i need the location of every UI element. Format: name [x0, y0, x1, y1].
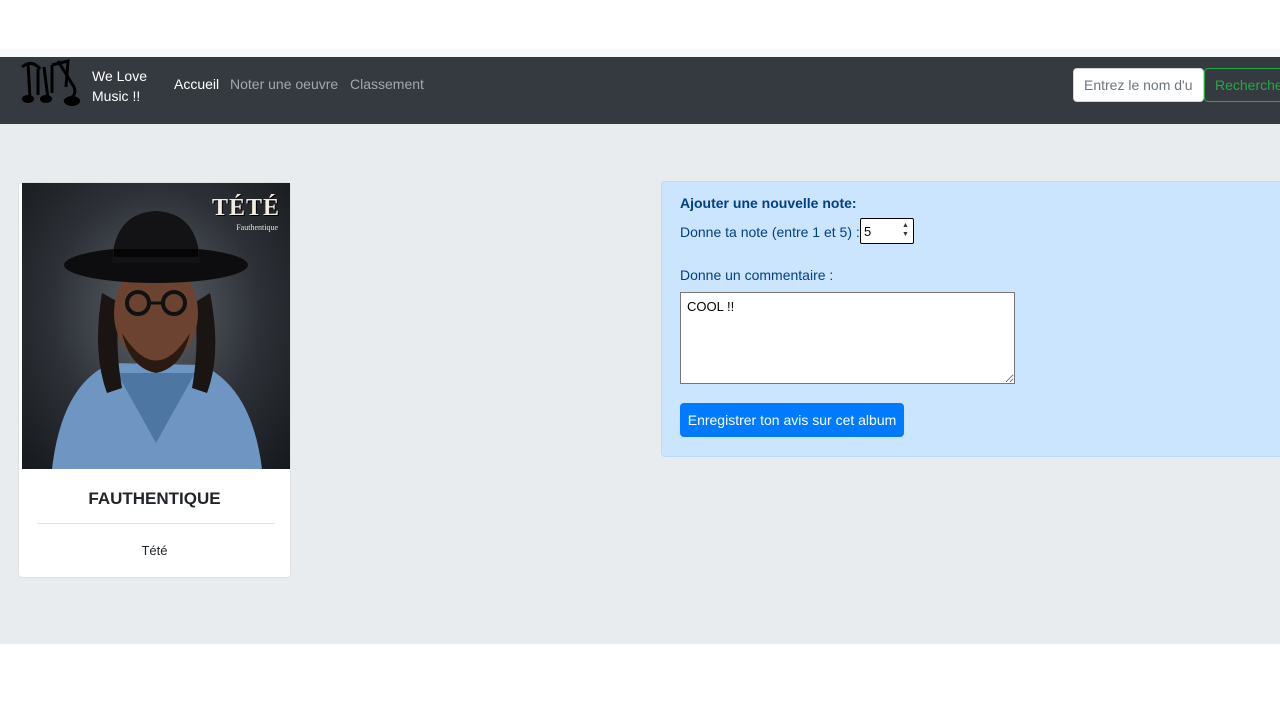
nav-item-noter-une-oeuvre[interactable]: Noter une oeuvre — [230, 76, 338, 92]
rating-spinner-icon[interactable]: ▲ ▼ — [902, 221, 909, 239]
nav-item-accueil[interactable]: Accueil — [174, 76, 219, 92]
search-input[interactable] — [1073, 68, 1204, 102]
top-strip — [0, 49, 1280, 57]
comment-textarea[interactable]: COOL !! — [680, 292, 1015, 384]
album-artist: Tété — [141, 543, 168, 558]
cover-title: TÉTÉ — [211, 195, 280, 221]
album-cover-image: TÉTÉ Fauthentique — [22, 183, 290, 469]
rating-label: Donne ta note (entre 1 et 5) : — [680, 224, 860, 240]
brand-line-1: We Love — [92, 68, 147, 84]
cover-subtitle: Fauthentique — [236, 223, 278, 232]
brand-line-2: Music !! — [92, 88, 141, 104]
album-title: FAUTHENTIQUE — [88, 489, 221, 508]
comment-label: Donne un commentaire : — [680, 267, 834, 283]
card-divider — [37, 523, 275, 524]
nav-item-classement[interactable]: Classement — [350, 76, 424, 92]
search-button[interactable]: Rechercher — [1204, 68, 1280, 102]
album-card: TÉTÉ Fauthentique FAUTHENTIQUE Tété — [18, 182, 291, 578]
navbar: We Love Music !! Accueil Noter une oeuvr… — [0, 57, 1280, 124]
main-content: TÉTÉ Fauthentique FAUTHENTIQUE Tété Ajou… — [0, 124, 1280, 644]
form-heading: Ajouter une nouvelle note: — [680, 195, 857, 211]
brand-name[interactable]: We Love Music !! — [92, 66, 147, 106]
rating-form-panel: Ajouter une nouvelle note: Donne ta note… — [661, 181, 1280, 457]
music-logo-icon[interactable] — [18, 57, 84, 113]
submit-review-button[interactable]: Enregistrer ton avis sur cet album — [680, 403, 904, 437]
